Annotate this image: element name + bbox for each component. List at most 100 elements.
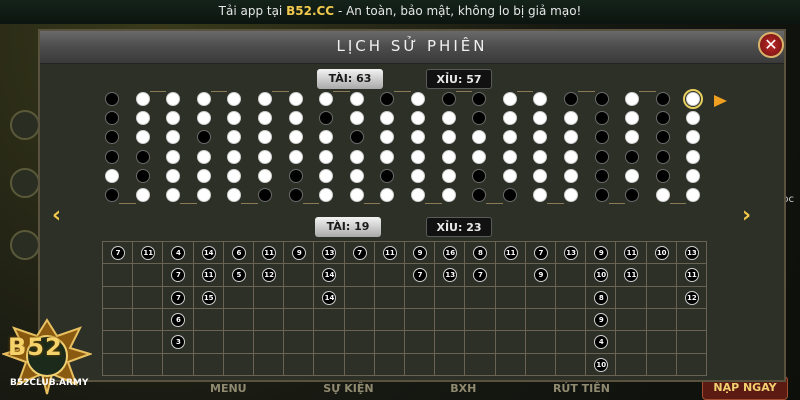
close-icon[interactable]: ✕: [758, 32, 784, 58]
score-cell: [435, 331, 466, 354]
score-cell: [223, 286, 254, 309]
score-ball: 9: [594, 313, 609, 328]
column-connector: [333, 91, 350, 92]
score-cell: [495, 264, 526, 287]
result-xiu-dot: [105, 92, 119, 106]
tai-value: 63: [356, 72, 372, 85]
score-ball: 15: [201, 290, 216, 305]
score-cell: [344, 331, 375, 354]
score-cell: 16: [435, 242, 466, 265]
nav-events[interactable]: SỰ KIỆN: [323, 382, 373, 400]
score-ball: 7: [352, 246, 367, 261]
banner-prefix: Tải app tại: [218, 4, 287, 18]
column-connector: [119, 203, 136, 204]
result-tai-dot: [380, 111, 395, 126]
score-ball: 13: [564, 246, 579, 261]
score-cell: [616, 331, 647, 354]
result-tai-dot: [227, 168, 242, 183]
column-connector: [394, 91, 411, 92]
score-ball: 11: [684, 268, 699, 283]
score-cell: [374, 331, 405, 354]
score-cell: [676, 353, 707, 376]
banner-site[interactable]: B52.CC: [286, 4, 334, 18]
result-tai-dot: [683, 89, 704, 109]
score-cell: 4: [586, 331, 617, 354]
column-connector: [669, 203, 687, 204]
column-connector: [578, 91, 595, 92]
result-tai-dot: [258, 130, 272, 145]
score-ball: 11: [141, 246, 156, 261]
score-cell: 10: [586, 264, 617, 287]
result-tai-dot: [166, 188, 181, 202]
result-xiu-dot: [594, 188, 609, 202]
logo-text: B52: [8, 333, 63, 361]
score-cell: 12: [676, 286, 707, 309]
score-cell: 14: [314, 264, 345, 287]
nav-leaderboard[interactable]: BXH: [450, 382, 476, 400]
result-tai-dot: [502, 168, 517, 183]
result-xiu-dot: [625, 188, 640, 202]
result-tai-dot: [227, 111, 242, 126]
result-tai-dot: [533, 130, 548, 145]
score-cell: [616, 286, 647, 309]
xiu-count-bottom: XỈU: 23: [426, 217, 492, 237]
result-xiu-dot: [594, 111, 609, 126]
side-game-button[interactable]: [10, 230, 40, 260]
score-cell: 9: [525, 264, 556, 287]
side-menu-button[interactable]: [10, 110, 40, 140]
result-tai-dot: [105, 168, 119, 183]
score-cell: [646, 286, 677, 309]
side-chat-button[interactable]: [10, 168, 40, 198]
tai-count-top: TÀI: 63: [317, 69, 383, 89]
score-ball: 7: [171, 268, 186, 283]
result-xiu-dot: [655, 130, 670, 145]
score-ball: 16: [443, 246, 458, 261]
result-xiu-dot: [472, 111, 487, 126]
chevron-left-icon[interactable]: ‹: [52, 203, 61, 228]
result-xiu-dot: [196, 130, 211, 145]
result-tai-dot: [166, 168, 181, 183]
score-cell: 7: [465, 264, 496, 287]
result-tai-dot: [441, 149, 456, 164]
score-cell: [646, 331, 677, 354]
score-cell: 11: [133, 242, 164, 265]
score-cell: 7: [163, 286, 194, 309]
score-cell: 11: [616, 242, 647, 265]
result-xiu-dot: [594, 168, 609, 183]
result-xiu-dot: [105, 188, 119, 202]
score-cell: [344, 309, 375, 332]
score-ball: 12: [262, 268, 277, 283]
tai-label: TÀI:: [328, 72, 353, 85]
result-tai-dot: [288, 149, 303, 164]
result-tai-dot: [227, 149, 242, 164]
result-tai-dot: [135, 188, 150, 202]
score-ball: 6: [231, 246, 246, 261]
score-cell: 10: [586, 353, 617, 376]
score-ball: 10: [654, 246, 669, 261]
score-cell: [676, 309, 707, 332]
score-cell: 7: [405, 264, 436, 287]
xiu-value: 57: [466, 73, 482, 86]
result-tai-dot: [380, 188, 395, 202]
score-cell: [374, 286, 405, 309]
result-xiu-dot: [472, 168, 487, 183]
banner-suffix: - An toàn, bảo mật, không lo bị giả mạo!: [334, 4, 582, 18]
score-cell: [646, 309, 677, 332]
score-ball: 9: [292, 246, 307, 261]
score-cell: [133, 309, 164, 332]
nav-menu[interactable]: MENU: [210, 382, 247, 400]
score-cell: [223, 353, 254, 376]
result-tai-dot: [349, 149, 364, 164]
chevron-right-icon[interactable]: ›: [742, 203, 751, 228]
nav-withdraw[interactable]: RÚT TIỀN: [553, 382, 610, 400]
result-xiu-dot: [594, 92, 609, 106]
result-tai-dot: [319, 130, 334, 145]
column-connector: [639, 91, 656, 92]
bottom-nav: MENU SỰ KIỆN BXH RÚT TIỀN: [210, 382, 610, 400]
result-tai-dot: [349, 168, 364, 183]
history-modal: LỊCH SỬ PHIÊN ✕ TÀI: 63 XỈU: 57 ‹ › TÀI:…: [38, 29, 786, 382]
result-xiu-dot: [655, 168, 670, 183]
result-xiu-dot: [472, 92, 487, 106]
score-cell: [193, 353, 224, 376]
score-cell: [314, 309, 345, 332]
